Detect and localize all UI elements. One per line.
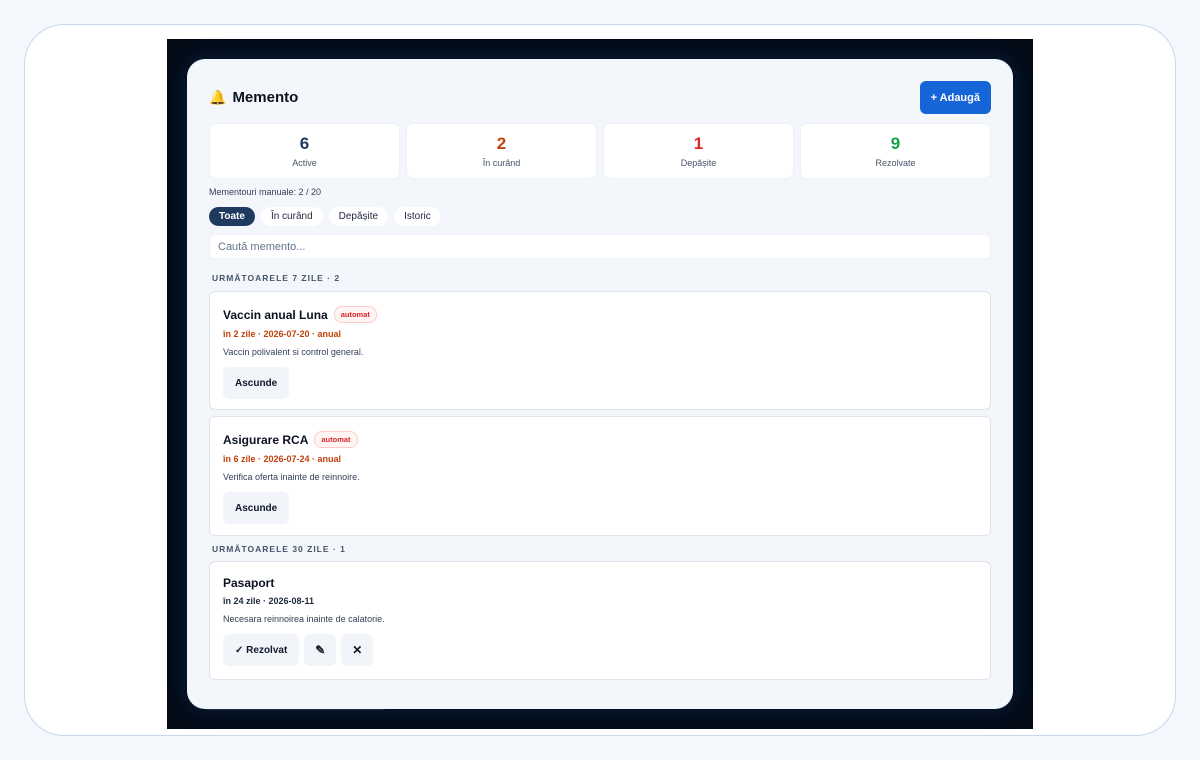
stat-value: 6 bbox=[299, 134, 310, 153]
card-actions: Ascunde bbox=[223, 492, 977, 524]
card-title: Vaccin anual Luna bbox=[223, 307, 328, 322]
stat-label: Rezolvate bbox=[875, 158, 916, 168]
card-title-row: Vaccin anual Luna automat bbox=[223, 306, 977, 323]
resolve-button[interactable]: ✓ Rezolvat bbox=[223, 634, 300, 666]
section-title-30-days: URMĂTOARELE 30 ZILE · 1 bbox=[212, 544, 346, 554]
stat-soon: 2 În curând bbox=[406, 123, 597, 179]
card-title: Asigurare RCA bbox=[223, 432, 309, 447]
card-description: Vaccin polivalent si control general. bbox=[223, 347, 364, 357]
auto-badge: automat bbox=[314, 431, 358, 448]
reminder-card: Pasaport în 24 zile · 2026-08-11 Necesar… bbox=[209, 561, 991, 680]
stats-row: 6 Active 2 În curând 1 Depășite 9 Rezolv… bbox=[209, 123, 991, 179]
manual-count: Mementouri manuale: 2 / 20 bbox=[209, 187, 322, 197]
card-actions: Ascunde bbox=[223, 367, 977, 399]
stat-overdue: 1 Depășite bbox=[603, 123, 794, 179]
delete-icon[interactable]: ✕ bbox=[341, 634, 374, 666]
panel-header: 🔔 Memento + Adaugă bbox=[209, 81, 991, 114]
card-description: Verifica oferta inainte de reinnoire. bbox=[223, 472, 360, 482]
bell-icon: 🔔 bbox=[209, 89, 227, 105]
card-meta: în 24 zile · 2026-08-11 bbox=[223, 596, 315, 606]
edit-icon[interactable]: ✎ bbox=[304, 634, 337, 666]
filter-tabs: Toate În curând Depășite Istoric bbox=[209, 207, 441, 226]
tab-history[interactable]: Istoric bbox=[394, 207, 441, 226]
auto-badge: automat bbox=[333, 306, 377, 323]
stat-label: Active bbox=[292, 158, 317, 168]
stat-resolved: 9 Rezolvate bbox=[800, 123, 991, 179]
stat-value: 2 bbox=[496, 134, 507, 153]
hide-button[interactable]: Ascunde bbox=[223, 492, 290, 524]
memento-panel: 🔔 Memento + Adaugă 6 Active 2 În curând … bbox=[187, 59, 1013, 709]
reminder-card: Vaccin anual Luna automat în 2 zile · 20… bbox=[209, 291, 991, 410]
stat-active: 6 Active bbox=[209, 123, 400, 179]
card-title: Pasaport bbox=[223, 576, 275, 590]
tab-overdue[interactable]: Depășite bbox=[328, 207, 389, 226]
hide-button[interactable]: Ascunde bbox=[223, 367, 290, 399]
card-title-row: Asigurare RCA automat bbox=[223, 431, 977, 448]
card-meta: în 6 zile · 2026-07-24 · anual bbox=[223, 454, 342, 464]
stat-value: 1 bbox=[693, 134, 704, 153]
add-button[interactable]: + Adaugă bbox=[919, 81, 991, 114]
section-title-7-days: URMĂTOARELE 7 ZILE · 2 bbox=[212, 273, 341, 283]
tab-all[interactable]: Toate bbox=[209, 207, 255, 226]
stat-value: 9 bbox=[890, 134, 901, 153]
page-title: 🔔 Memento bbox=[209, 89, 298, 106]
card-meta: în 2 zile · 2026-07-20 · anual bbox=[223, 329, 342, 339]
reminder-card: Asigurare RCA automat în 6 zile · 2026-0… bbox=[209, 416, 991, 536]
tab-soon[interactable]: În curând bbox=[260, 207, 323, 226]
search-input[interactable] bbox=[209, 234, 991, 259]
card-description: Necesara reinnoirea inainte de calatorie… bbox=[223, 614, 385, 624]
stat-label: Depășite bbox=[680, 158, 717, 168]
card-actions: ✓ Rezolvat ✎ ✕ bbox=[223, 634, 977, 666]
page-title-text: Memento bbox=[232, 89, 299, 106]
card-title-row: Pasaport bbox=[223, 576, 977, 590]
stat-label: În curând bbox=[482, 158, 521, 168]
